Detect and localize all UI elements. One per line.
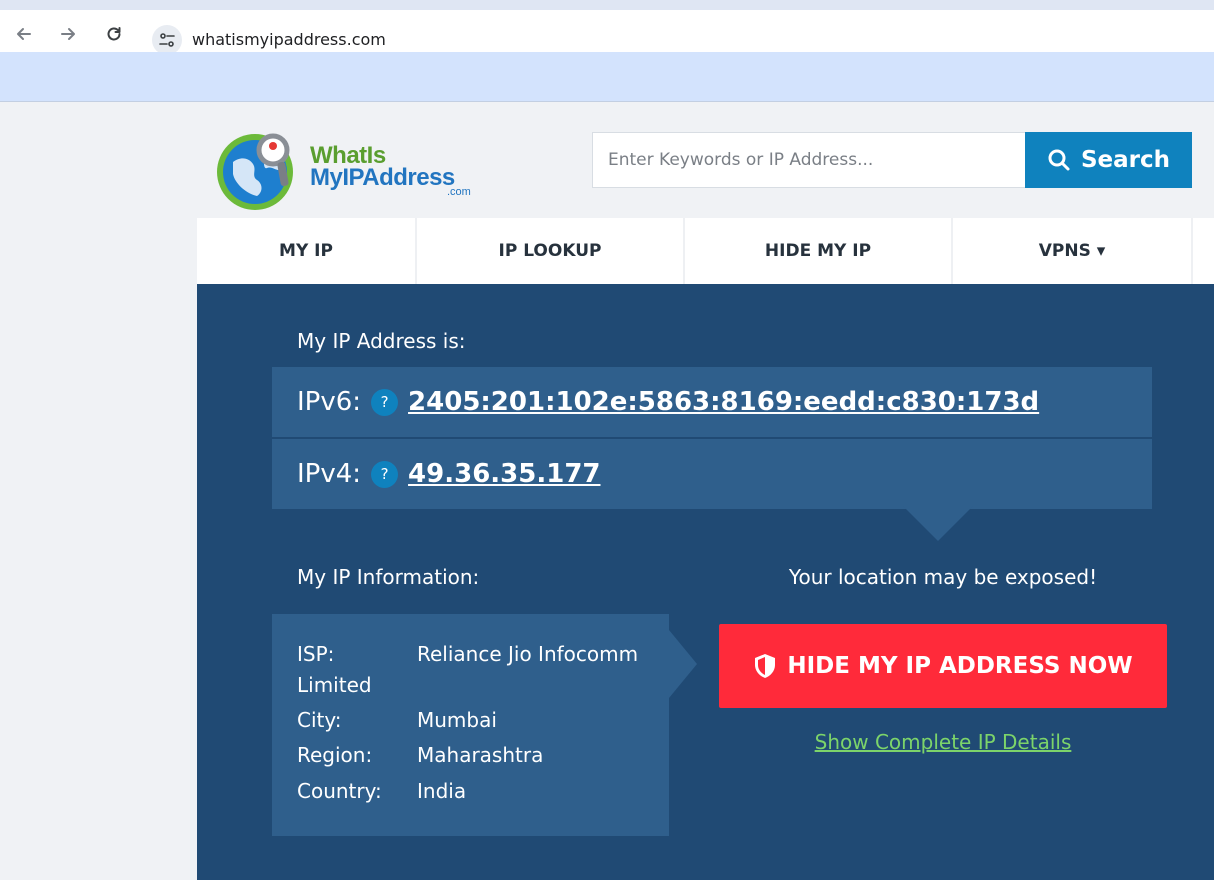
ip-box-pointer xyxy=(903,506,973,541)
forward-arrow-icon[interactable] xyxy=(54,20,82,48)
ipv6-row: IPv6: ? 2405:201:102e:5863:8169:eedd:c83… xyxy=(272,367,1152,437)
logo-line2: MyIPAddress xyxy=(310,164,455,191)
site-logo[interactable]: WhatIs MyIPAddress .com xyxy=(215,124,485,216)
location-warning: Your location may be exposed! xyxy=(788,565,1098,589)
main-nav: MY IP IP LOOKUP HIDE MY IP VPNS ▾ xyxy=(197,218,1214,284)
info-box-pointer xyxy=(669,630,697,698)
nav-hide-my-ip[interactable]: HIDE MY IP xyxy=(685,218,953,284)
ipv4-row: IPv4: ? 49.36.35.177 xyxy=(272,439,1152,509)
hide-my-ip-label: HIDE MY IP ADDRESS NOW xyxy=(787,653,1133,679)
search-button[interactable]: Search xyxy=(1025,132,1192,188)
site-content: WhatIs MyIPAddress .com Search MY IP IP … xyxy=(197,102,1214,880)
back-arrow-icon[interactable] xyxy=(10,20,38,48)
ipv6-help-icon[interactable]: ? xyxy=(371,388,399,416)
globe-magnifier-icon xyxy=(217,133,293,210)
site-settings-icon[interactable] xyxy=(152,25,182,55)
ipv4-help-icon[interactable]: ? xyxy=(371,460,399,488)
ip-info-box: ISP: Reliance Jio Infocomm Limited City:… xyxy=(272,614,669,836)
ip-heading: My IP Address is: xyxy=(297,329,466,353)
logo-line3: .com xyxy=(447,186,471,198)
isp-value: Reliance Jio Infocomm xyxy=(417,642,639,666)
show-ip-details-link[interactable]: Show Complete IP Details xyxy=(719,730,1167,754)
nav-ip-lookup[interactable]: IP LOOKUP xyxy=(417,218,685,284)
shield-icon xyxy=(755,654,776,678)
city-value: Mumbai xyxy=(417,708,497,732)
country-label: Country: xyxy=(297,779,382,803)
region-label: Region: xyxy=(297,743,373,767)
bookmarks-bar xyxy=(0,52,1214,137)
city-label: City: xyxy=(297,708,342,732)
search-input[interactable] xyxy=(592,132,1025,188)
browser-tab-strip xyxy=(0,0,1214,10)
country-value: India xyxy=(417,779,467,803)
browser-toolbar: whatismyipaddress.com xyxy=(0,10,1214,60)
ipv6-label: IPv6: xyxy=(297,387,362,417)
ip-hero-panel: My IP Address is: IPv6: ? 2405:201:102e:… xyxy=(197,284,1214,880)
ipv4-label: IPv4: xyxy=(297,459,362,489)
ipv6-address-link[interactable]: 2405:201:102e:5863:8169:eedd:c830:173d xyxy=(408,387,1039,417)
url-text: whatismyipaddress.com xyxy=(192,30,386,49)
nav-my-ip[interactable]: MY IP xyxy=(197,218,417,284)
info-heading: My IP Information: xyxy=(297,565,480,589)
isp-value-continued: Limited xyxy=(297,673,372,697)
region-value: Maharashtra xyxy=(417,743,544,767)
isp-label: ISP: xyxy=(297,642,335,666)
search-icon xyxy=(1048,149,1070,171)
nav-vpns[interactable]: VPNS ▾ xyxy=(953,218,1193,284)
hide-my-ip-button[interactable]: HIDE MY IP ADDRESS NOW xyxy=(719,624,1167,708)
reload-icon[interactable] xyxy=(100,20,128,48)
ipv4-address-link[interactable]: 49.36.35.177 xyxy=(408,459,600,489)
page: WhatIs MyIPAddress .com Search MY IP IP … xyxy=(0,102,1214,880)
search-button-label: Search xyxy=(1080,147,1171,173)
